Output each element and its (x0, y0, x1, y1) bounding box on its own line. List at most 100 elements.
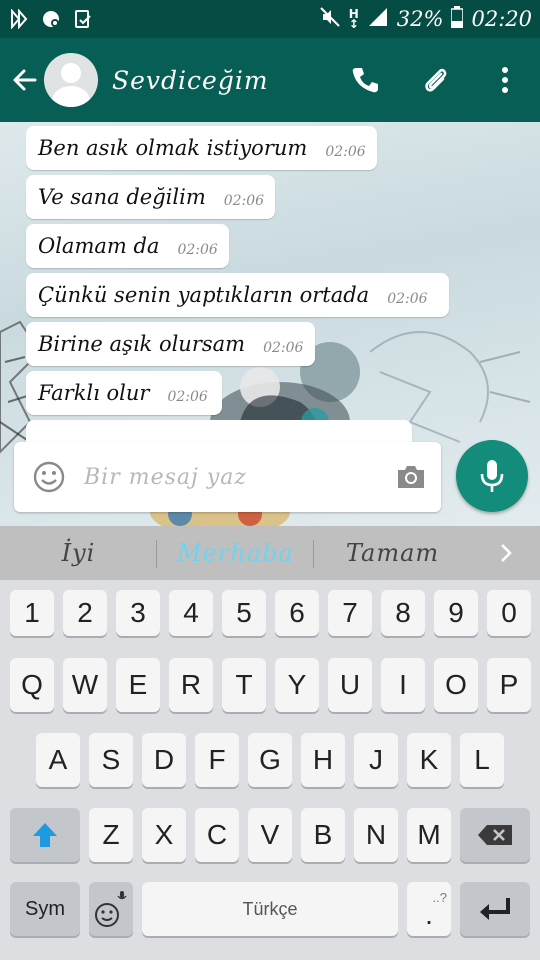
smiley-icon (33, 461, 65, 493)
message-text: Ben asık olmak istiyorum (38, 136, 308, 160)
space-bar[interactable]: Türkçe (142, 882, 398, 936)
message-bubble[interactable]: Ben asık olmak istiyorum 02:06 (26, 126, 377, 170)
message-time: 02:06 (223, 193, 265, 209)
key-b[interactable]: B (301, 808, 345, 862)
suggestion-item[interactable]: İyi (0, 526, 157, 580)
key-d[interactable]: D (142, 733, 186, 787)
key-a[interactable]: A (36, 733, 80, 787)
key-q[interactable]: Q (10, 658, 54, 712)
more-options-button[interactable] (470, 38, 540, 122)
key-5[interactable]: 5 (222, 590, 266, 636)
message-bubble[interactable]: Çünkü senin yaptıkların ortada 02:06 (26, 273, 449, 317)
word-suggestion-bar: İyi Merhaba Tamam (0, 526, 540, 580)
camera-button[interactable] (381, 442, 441, 512)
paperclip-icon (425, 68, 447, 92)
key-1[interactable]: 1 (10, 590, 54, 636)
key-o[interactable]: O (434, 658, 478, 712)
call-button[interactable] (330, 38, 400, 122)
enter-key[interactable] (460, 882, 530, 936)
backspace-key[interactable] (460, 808, 530, 862)
key-h[interactable]: H (301, 733, 345, 787)
message-text: Ve sana değilim (38, 185, 206, 209)
clock: 02:20 (471, 7, 532, 31)
chat-header: Sevdiceğim (0, 38, 540, 122)
key-x[interactable]: X (142, 808, 186, 862)
message-bubble[interactable]: Farklı olur 02:06 (26, 371, 222, 415)
key-j[interactable]: J (354, 733, 398, 787)
message-input[interactable] (84, 464, 381, 490)
emoji-button[interactable] (14, 442, 84, 512)
emoji-mic-icon (95, 891, 127, 927)
key-2[interactable]: 2 (63, 590, 107, 636)
key-s[interactable]: S (89, 733, 133, 787)
message-bubble[interactable]: Ve sana değilim 02:06 (26, 175, 275, 219)
network-h-icon: H ↕ (348, 7, 359, 31)
key-f[interactable]: F (195, 733, 239, 787)
key-n[interactable]: N (354, 808, 398, 862)
mute-icon (319, 6, 341, 33)
attach-button[interactable] (400, 38, 470, 122)
system-status: H ↕ 32% 02:20 (319, 5, 532, 33)
more-vert-icon (502, 67, 508, 93)
message-text: Çünkü senin yaptıkların ortada (38, 283, 370, 307)
symbols-key[interactable]: Sym (10, 882, 80, 936)
battery-percent: 32% (396, 7, 444, 31)
message-bubble[interactable]: Birine aşık olursam 02:06 (26, 322, 315, 366)
voice-record-button[interactable] (456, 440, 528, 512)
key-k[interactable]: K (407, 733, 451, 787)
more-suggestions-button[interactable] (471, 526, 540, 580)
key-9[interactable]: 9 (434, 590, 478, 636)
message-time: 02:06 (325, 144, 366, 160)
key-t[interactable]: T (222, 658, 266, 712)
key-6[interactable]: 6 (275, 590, 319, 636)
message-time: 02:06 (167, 389, 208, 405)
emoji-voice-key[interactable] (89, 882, 133, 936)
key-m[interactable]: M (407, 808, 451, 862)
enter-arrow-icon (480, 898, 510, 920)
message-time: 02:06 (177, 242, 218, 258)
key-w[interactable]: W (63, 658, 107, 712)
key-4[interactable]: 4 (169, 590, 213, 636)
shift-key[interactable] (10, 808, 80, 862)
notification-icons (8, 8, 94, 30)
backspace-icon (478, 825, 512, 845)
phone-icon (352, 68, 378, 93)
key-u[interactable]: U (328, 658, 372, 712)
key-z[interactable]: Z (89, 808, 133, 862)
chevron-right-icon (500, 544, 512, 562)
key-l[interactable]: L (460, 733, 504, 787)
key-0[interactable]: 0 (487, 590, 531, 636)
punctuation-hint: ..? (432, 890, 447, 905)
key-r[interactable]: R (169, 658, 213, 712)
message-time: 02:06 (387, 291, 428, 307)
key-c[interactable]: C (195, 808, 239, 862)
shift-arrow-icon (33, 823, 57, 847)
key-8[interactable]: 8 (381, 590, 425, 636)
back-arrow-icon[interactable] (0, 38, 50, 122)
key-y[interactable]: Y (275, 658, 319, 712)
key-3[interactable]: 3 (116, 590, 160, 636)
status-bar: H ↕ 32% 02:20 (0, 0, 540, 38)
key-7[interactable]: 7 (328, 590, 372, 636)
on-screen-keyboard: 1 2 3 4 5 6 7 8 9 0 Q W E R T Y U I O P … (0, 580, 540, 960)
microphone-icon (480, 460, 504, 492)
period-label: . (425, 899, 433, 930)
contact-name[interactable]: Sevdiceğim (112, 66, 269, 95)
message-composer (14, 442, 441, 512)
message-bubble[interactable]: Olamam da 02:06 (26, 224, 229, 268)
message-text: Olamam da (38, 234, 160, 258)
key-i[interactable]: I (381, 658, 425, 712)
key-e[interactable]: E (116, 658, 160, 712)
suggestion-item[interactable]: Merhaba (157, 526, 314, 580)
message-text: Birine aşık olursam (38, 332, 246, 356)
avatar[interactable] (44, 53, 98, 107)
key-g[interactable]: G (248, 733, 292, 787)
key-p[interactable]: P (487, 658, 531, 712)
header-actions (330, 38, 540, 122)
signal-icon (367, 6, 389, 33)
period-key[interactable]: ..? . (407, 882, 451, 936)
battery-icon (450, 5, 465, 33)
suggestion-item[interactable]: Tamam (314, 526, 471, 580)
message-time: 02:06 (263, 340, 304, 356)
key-v[interactable]: V (248, 808, 292, 862)
